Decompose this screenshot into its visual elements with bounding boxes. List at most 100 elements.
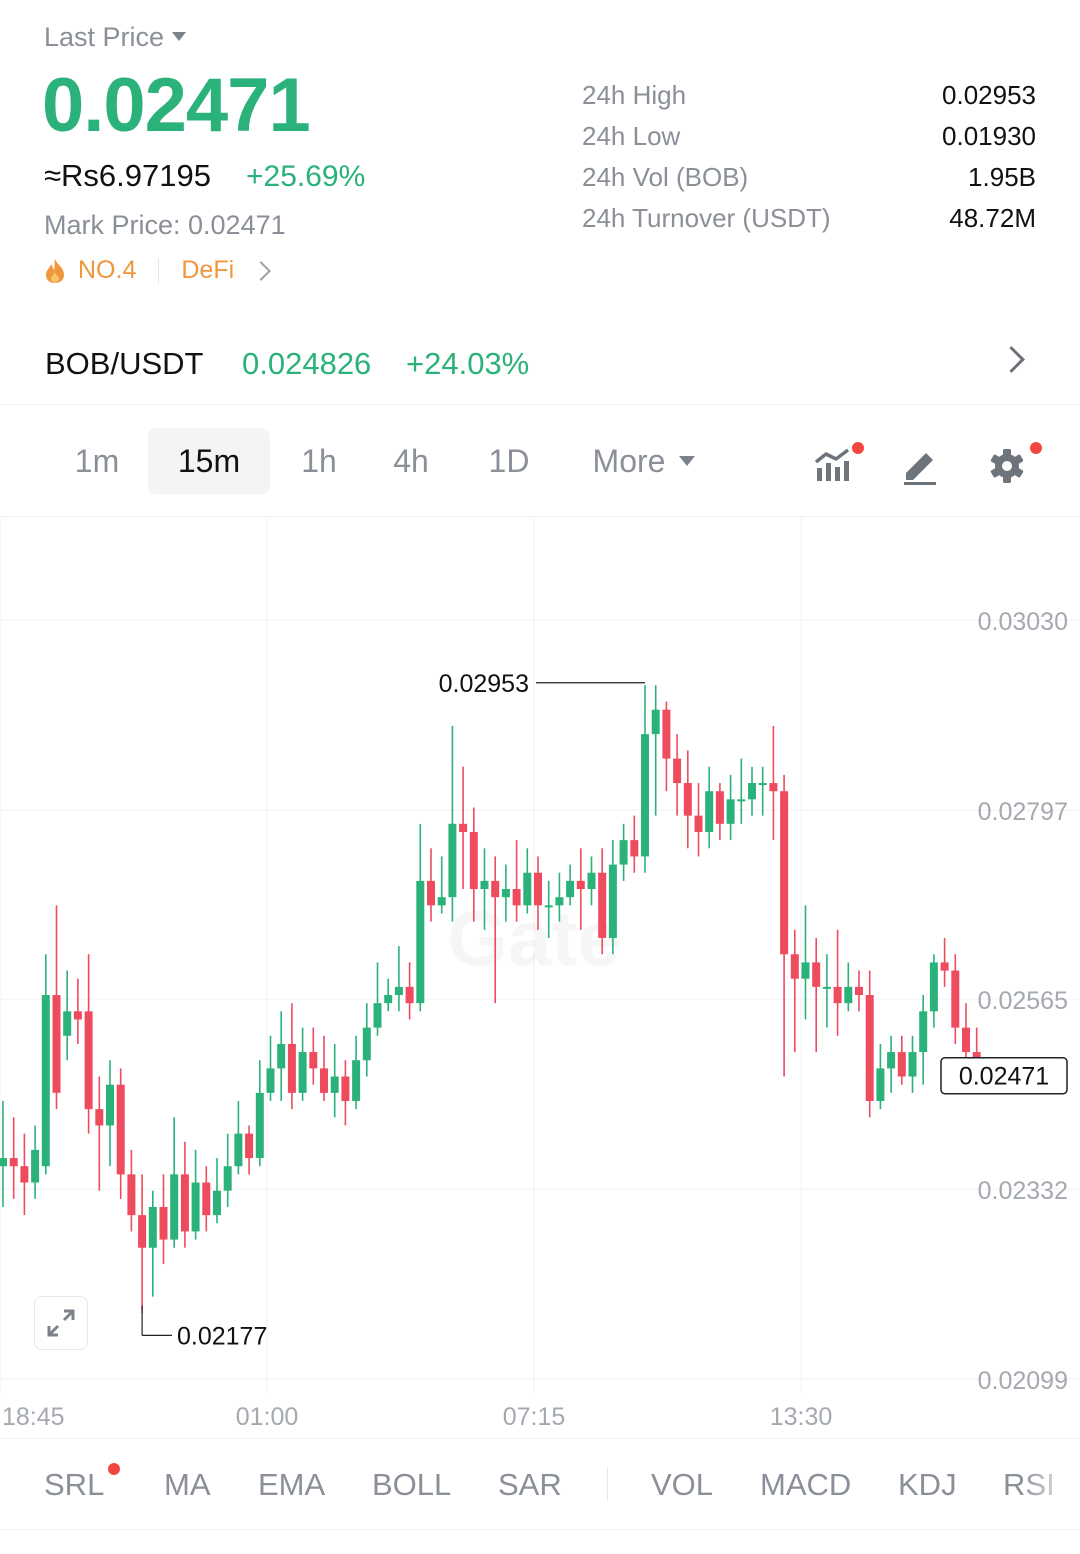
pair-name: BOB/USDT [45, 346, 204, 381]
candle-body [341, 1076, 350, 1101]
interval-more-dropdown[interactable]: More [574, 428, 714, 494]
expand-icon [47, 1309, 75, 1337]
candle-body [309, 1052, 318, 1069]
candle-body [320, 1068, 328, 1093]
candle-body [362, 1027, 371, 1061]
candle-body [576, 880, 585, 890]
pair-row[interactable]: BOB/USDT 0.024826 +24.03% [0, 320, 1080, 405]
category-link[interactable]: DeFi [181, 256, 234, 285]
indicator-label: SRL [44, 1467, 105, 1502]
candle-body [266, 1068, 275, 1093]
candle-body [255, 1092, 264, 1159]
candle-body [566, 880, 575, 898]
candle-body [9, 1158, 18, 1167]
interval-1h[interactable]: 1h [282, 428, 356, 494]
stats-panel: 24h High 0.02953 24h Low 0.01930 24h Vol (… [582, 75, 1036, 239]
indicator-kdj[interactable]: KDJ [898, 1467, 957, 1503]
stat-label: 24h High [582, 80, 687, 110]
candle-body [715, 791, 724, 824]
draw-button[interactable] [898, 442, 944, 486]
candle-body [277, 1043, 286, 1069]
rank-category-row[interactable]: NO.4 DeFi [44, 256, 272, 285]
chevron-right-icon[interactable] [998, 346, 1025, 373]
candle-body [641, 734, 649, 857]
candle-body [191, 1182, 200, 1232]
last-price-label: Last Price [44, 22, 165, 52]
y-tick-label: 0.03030 [978, 608, 1068, 636]
caret-down-icon [172, 32, 187, 42]
candle-body [662, 709, 671, 759]
indicator-vol[interactable]: VOL [651, 1467, 713, 1503]
candle-body [651, 709, 660, 735]
high-price-label: 0.02953 [439, 670, 529, 698]
divider [158, 257, 160, 284]
candle-body [427, 880, 435, 906]
indicator-boll[interactable]: BOLL [372, 1467, 451, 1503]
candle-body [855, 986, 863, 996]
candle-body [780, 791, 789, 955]
candle-body [758, 783, 767, 786]
candle-body [748, 783, 756, 800]
scroll-fade [1020, 1439, 1080, 1529]
candle-body [213, 1190, 221, 1216]
settings-gear-icon [990, 449, 1024, 483]
stat-label: 24h Turnover (USDT) [582, 203, 831, 233]
indicator-srl[interactable]: SRL [44, 1467, 104, 1503]
candle-body [170, 1174, 179, 1240]
indicator-sar[interactable]: SAR [498, 1467, 562, 1503]
candle-body [812, 962, 821, 987]
indicator-bar: SRL MA EMA BOLL SAR VOL MACD KDJ RSI [0, 1438, 1080, 1530]
interval-1d[interactable]: 1D [470, 428, 548, 494]
candle-body [287, 1043, 296, 1093]
fullscreen-button[interactable] [34, 1296, 88, 1350]
indicator-ema[interactable]: EMA [258, 1467, 325, 1503]
candle-body [726, 799, 735, 824]
y-tick-label: 0.02099 [978, 1367, 1068, 1395]
x-tick-label: 07:15 [503, 1403, 566, 1431]
candle-body [555, 897, 564, 906]
divider [607, 1467, 608, 1501]
change-percentage: +25.69% [246, 160, 366, 193]
candle-body [394, 986, 403, 996]
fiat-price: ≈Rs6.97195 [44, 158, 211, 193]
candle-body [951, 970, 960, 1028]
mark-price: Mark Price: 0.02471 [44, 210, 286, 240]
interval-15m[interactable]: 15m [148, 428, 270, 494]
candle-body [84, 1011, 93, 1110]
x-axis: 18:45 01:00 07:15 13:30 [2, 1403, 832, 1431]
candle-body [801, 962, 810, 979]
stat-24h-vol: 24h Vol (BOB) 1.95B [582, 157, 1036, 198]
stat-24h-low: 24h Low 0.01930 [582, 116, 1036, 157]
stat-label: 24h Vol (BOB) [582, 162, 749, 192]
indicator-macd[interactable]: MACD [760, 1467, 851, 1503]
candle-body [20, 1166, 29, 1183]
settings-button[interactable] [986, 442, 1042, 486]
pair-change: +24.03% [406, 346, 530, 381]
candle-body [962, 1027, 970, 1053]
indicator-chart-button[interactable] [812, 442, 864, 486]
candle-body [330, 1076, 339, 1093]
candle-body [790, 954, 799, 979]
candle-body [245, 1133, 254, 1159]
candle-body [523, 872, 532, 906]
notification-dot [1030, 442, 1042, 454]
last-price-selector[interactable]: Last Price [44, 22, 187, 53]
candle-body [480, 880, 489, 890]
stat-24h-high: 24h High 0.02953 [582, 75, 1036, 116]
candle-body [298, 1052, 307, 1093]
stat-24h-turnover: 24h Turnover (USDT) 48.72M [582, 198, 1036, 239]
interval-4h[interactable]: 4h [374, 428, 448, 494]
indicator-ma[interactable]: MA [164, 1467, 211, 1503]
candle-body [95, 1109, 104, 1126]
candle-body [202, 1182, 211, 1216]
candle-body [416, 880, 425, 1004]
candle-body [159, 1206, 168, 1240]
candle-body [865, 995, 874, 1101]
candle-body [844, 986, 853, 1004]
candle-body [544, 905, 553, 908]
interval-1m[interactable]: 1m [58, 428, 136, 494]
candle-body [822, 986, 831, 989]
candle-body [929, 962, 938, 1012]
candlestick-chart[interactable]: Gate 0.030300.027970.025650.023320.02099… [0, 517, 1080, 1437]
notification-dot [852, 442, 864, 454]
